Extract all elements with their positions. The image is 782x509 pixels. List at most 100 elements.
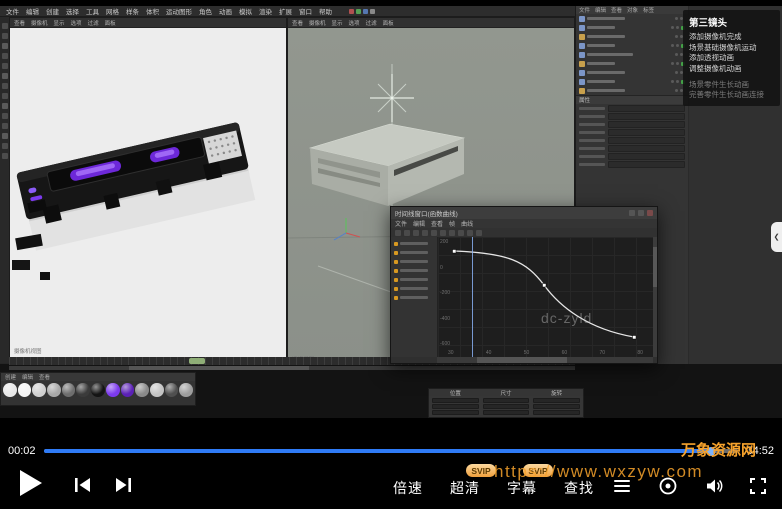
tool-icon[interactable] xyxy=(2,143,8,149)
menu-item[interactable]: 选择 xyxy=(66,6,79,16)
attribute-value-field[interactable] xyxy=(608,153,685,160)
attribute-row[interactable] xyxy=(576,160,688,168)
timeline-object-tree[interactable] xyxy=(391,237,438,357)
fcurve-playhead[interactable] xyxy=(472,237,473,357)
material-swatch[interactable] xyxy=(135,383,149,397)
object-row[interactable] xyxy=(576,41,688,50)
menu-item[interactable]: 体积 xyxy=(146,6,159,16)
timeline-menu-item[interactable]: 文件 xyxy=(395,219,407,228)
tool-icon[interactable] xyxy=(2,113,8,119)
attribute-row[interactable] xyxy=(576,144,688,152)
timeline-menu-item[interactable]: 编辑 xyxy=(413,219,425,228)
object-menu-item[interactable]: 查看 xyxy=(611,6,622,14)
material-swatch[interactable] xyxy=(179,383,193,397)
tool-icon[interactable] xyxy=(2,93,8,99)
attribute-value-field[interactable] xyxy=(608,137,685,144)
attribute-value-field[interactable] xyxy=(608,121,685,128)
viewport-menu-item[interactable]: 选项 xyxy=(349,19,360,27)
coordinate-field[interactable] xyxy=(432,398,479,403)
tool-icon[interactable] xyxy=(2,123,8,129)
material-swatch[interactable] xyxy=(91,383,105,397)
menu-item[interactable]: 编辑 xyxy=(26,6,39,16)
coordinate-field[interactable] xyxy=(533,404,580,409)
viewport-menu-item[interactable]: 摄像机 xyxy=(309,19,326,27)
viewport-left-canvas[interactable]: 摄像机视图 xyxy=(10,28,286,358)
object-menu-item[interactable]: 文件 xyxy=(579,6,590,14)
coordinate-field[interactable] xyxy=(432,410,479,415)
viewport-menu-item[interactable]: 选项 xyxy=(71,19,82,27)
play-button[interactable] xyxy=(16,468,44,501)
tool-icon[interactable] xyxy=(2,43,8,49)
material-swatch[interactable] xyxy=(165,383,179,397)
material-swatch[interactable] xyxy=(76,383,90,397)
attribute-value-field[interactable] xyxy=(608,129,685,136)
viewport-menu-item[interactable]: 过滤 xyxy=(366,19,377,27)
track-row[interactable] xyxy=(391,239,437,248)
viewport-menu-item[interactable]: 面板 xyxy=(383,19,394,27)
attribute-row[interactable] xyxy=(576,128,688,136)
track-row[interactable] xyxy=(391,275,437,284)
material-swatch[interactable] xyxy=(106,383,120,397)
tool-icon[interactable] xyxy=(2,33,8,39)
object-row[interactable] xyxy=(576,59,688,68)
menu-item[interactable]: 窗口 xyxy=(299,6,312,16)
coordinate-field[interactable] xyxy=(483,410,530,415)
material-swatch[interactable] xyxy=(150,383,164,397)
attribute-value-field[interactable] xyxy=(608,161,685,168)
object-row[interactable] xyxy=(576,23,688,32)
attribute-row[interactable] xyxy=(576,136,688,144)
fcurve-vscrollbar[interactable] xyxy=(653,237,657,357)
viewport-menu-item[interactable]: 查看 xyxy=(14,19,25,27)
material-swatch[interactable] xyxy=(121,383,135,397)
menu-item[interactable]: 网格 xyxy=(106,6,119,16)
fcurve-hscrollbar[interactable] xyxy=(437,357,653,363)
object-row[interactable] xyxy=(576,50,688,59)
track-row[interactable] xyxy=(391,257,437,266)
tool-icon[interactable] xyxy=(2,23,8,29)
attribute-row[interactable] xyxy=(576,104,688,112)
object-row[interactable] xyxy=(576,68,688,77)
material-swatch[interactable] xyxy=(32,383,46,397)
fcurve-area[interactable]: 2000-200-400-600 304050607080 xyxy=(438,237,653,357)
attribute-value-field[interactable] xyxy=(608,105,685,112)
track-row[interactable] xyxy=(391,284,437,293)
coordinate-field[interactable] xyxy=(483,404,530,409)
viewport-menu-item[interactable]: 显示 xyxy=(54,19,65,27)
menu-item[interactable]: 文件 xyxy=(6,6,19,16)
menu-item[interactable]: 创建 xyxy=(46,6,59,16)
menu-item[interactable]: 渲染 xyxy=(259,6,272,16)
menu-item[interactable]: 模拟 xyxy=(239,6,252,16)
object-row[interactable] xyxy=(576,77,688,86)
progress-handle[interactable] xyxy=(706,447,715,456)
playback-speed-button[interactable]: 倍速 xyxy=(393,478,423,498)
menu-item[interactable]: 动画 xyxy=(219,6,232,16)
previous-button[interactable] xyxy=(72,475,94,498)
timeline-playhead-knob[interactable] xyxy=(189,358,205,364)
tool-icon[interactable] xyxy=(2,153,8,159)
material-menu-item[interactable]: 编辑 xyxy=(22,373,33,381)
material-swatch[interactable] xyxy=(3,383,17,397)
timeline-scrollbar[interactable] xyxy=(9,366,575,370)
next-button[interactable] xyxy=(112,475,134,498)
timeline-menu-item[interactable]: 查看 xyxy=(431,219,443,228)
material-menu-item[interactable]: 查看 xyxy=(39,373,50,381)
window-buttons[interactable] xyxy=(629,210,653,216)
object-row[interactable] xyxy=(576,14,688,23)
viewport-menu-item[interactable]: 查看 xyxy=(292,19,303,27)
tool-icon[interactable] xyxy=(2,103,8,109)
menu-item[interactable]: 角色 xyxy=(199,6,212,16)
viewport-menu-item[interactable]: 显示 xyxy=(332,19,343,27)
timeline-menu-item[interactable]: 帧 xyxy=(449,219,455,228)
tool-icon[interactable] xyxy=(2,63,8,69)
menu-item[interactable]: 样条 xyxy=(126,6,139,16)
progress-bar[interactable] xyxy=(44,449,739,453)
screencast-button[interactable] xyxy=(658,476,678,499)
attribute-row[interactable] xyxy=(576,152,688,160)
track-row[interactable] xyxy=(391,266,437,275)
tool-icon[interactable] xyxy=(2,73,8,79)
tool-icon[interactable] xyxy=(2,83,8,89)
menu-item[interactable]: 工具 xyxy=(86,6,99,16)
track-row[interactable] xyxy=(391,248,437,257)
coordinate-field[interactable] xyxy=(533,398,580,403)
fullscreen-button[interactable] xyxy=(748,476,768,499)
